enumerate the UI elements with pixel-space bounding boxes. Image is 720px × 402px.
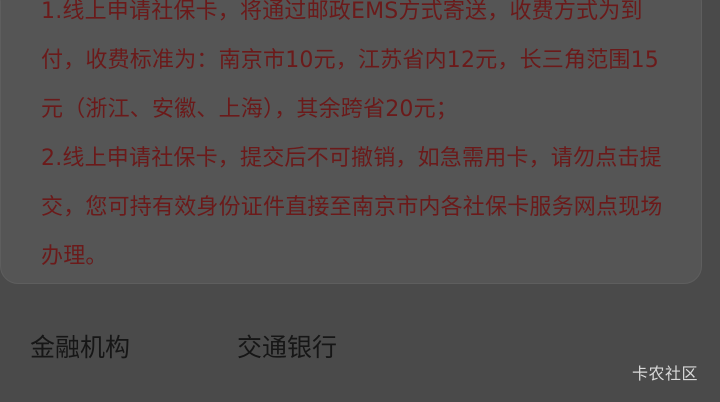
financial-institution-value: 交通银行 [237, 333, 338, 362]
notice-text: 1.线上申请社保卡，将通过邮政EMS方式寄送，收费方式为到付，收费标准为：南京市… [41, 0, 677, 281]
financial-institution-label: 金融机构 [30, 333, 131, 362]
watermark: 卡农社区 [631, 364, 698, 383]
notice-card: 1.线上申请社保卡，将通过邮政EMS方式寄送，收费方式为到付，收费标准为：南京市… [0, 0, 702, 284]
notice-item-1: 1.线上申请社保卡，将通过邮政EMS方式寄送，收费方式为到付，收费标准为：南京市… [41, 0, 659, 122]
notice-item-2: 2.线上申请社保卡，提交后不可撤销，如急需用卡，请勿点击提交，您可持有效身份证件… [41, 146, 663, 269]
screen: 1.线上申请社保卡，将通过邮政EMS方式寄送，收费方式为到付，收费标准为：南京市… [0, 0, 720, 402]
financial-institution-row[interactable]: 金融机构 交通银行 [0, 322, 720, 374]
